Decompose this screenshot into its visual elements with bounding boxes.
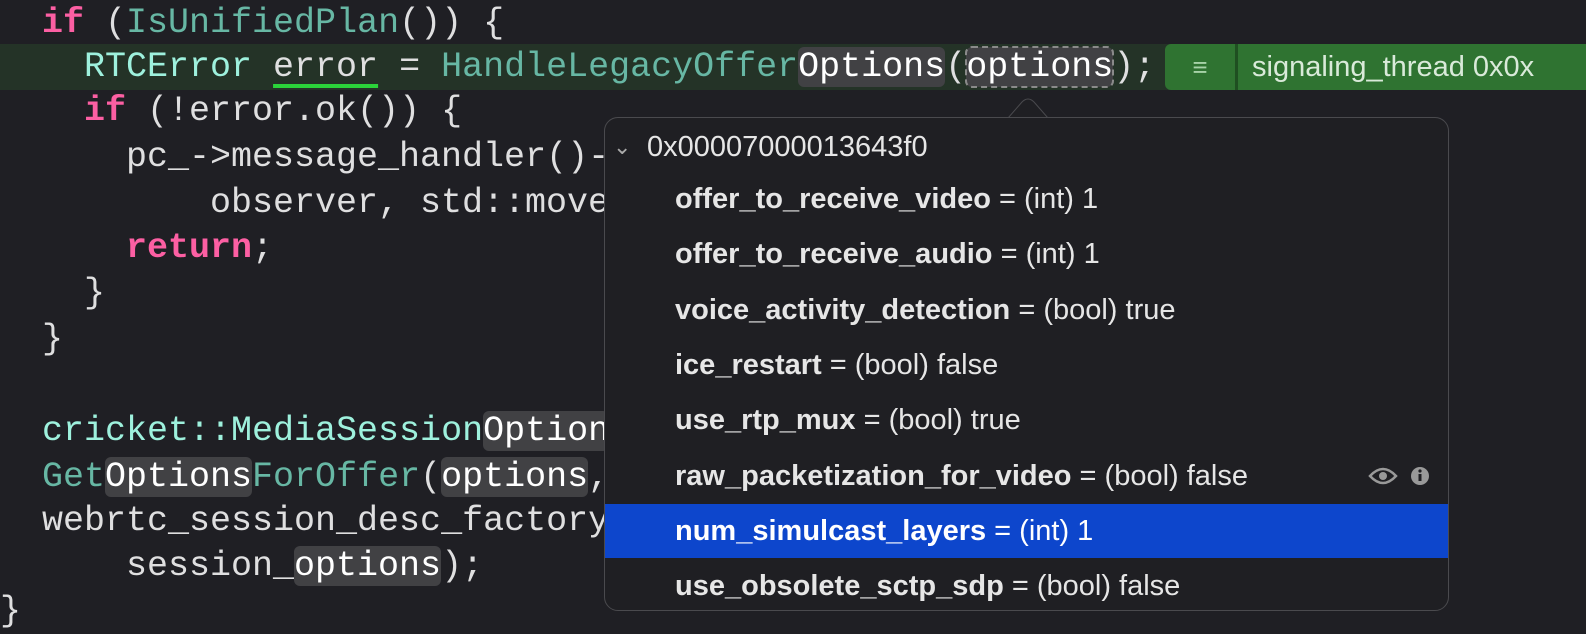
- row-text: use_obsolete_sctp_sdp = (bool) false: [605, 570, 1180, 602]
- member-name: ice_restart: [675, 348, 822, 381]
- variable-row[interactable]: ice_restart = (bool) false: [605, 338, 1448, 392]
- code-line: }: [42, 319, 64, 359]
- keyword: return: [126, 228, 253, 268]
- code-line: webrtc_session_desc_factory: [42, 501, 610, 541]
- address-label: 0x00007000013643f0: [647, 131, 928, 163]
- code-line: observer, std::move: [210, 183, 610, 223]
- keyword: if: [42, 3, 85, 43]
- chevron-down-icon[interactable]: ⌄: [613, 124, 631, 170]
- code-text: (: [420, 457, 442, 497]
- variable-row[interactable]: voice_activity_detection = (bool) true: [605, 283, 1448, 337]
- code-line: session_options);: [126, 543, 483, 589]
- row-text: ice_restart = (bool) false: [605, 349, 998, 381]
- row-text: use_rtp_mux = (bool) true: [605, 404, 1021, 436]
- member-value: = (bool) true: [1010, 293, 1176, 326]
- member-name: use_obsolete_sctp_sdp: [675, 570, 1004, 603]
- type-name: cricket::MediaSession: [42, 411, 484, 451]
- code-line: if (IsUnifiedPlan()) {: [42, 0, 504, 46]
- variable-row[interactable]: use_obsolete_sctp_sdp = (bool) false: [605, 559, 1448, 613]
- code-line-current: RTCError error = HandleLegacyOfferOption…: [84, 44, 1155, 90]
- inspected-variable[interactable]: options: [965, 46, 1115, 88]
- code-text: session_: [126, 546, 295, 586]
- highlighted-token: options: [441, 457, 589, 497]
- member-value: = (int) 1: [992, 238, 1100, 271]
- member-name: raw_packetization_for_video: [675, 459, 1072, 492]
- row-text: raw_packetization_for_video = (bool) fal…: [605, 460, 1248, 492]
- code-line: return;: [126, 225, 273, 271]
- row-text: offer_to_receive_audio = (int) 1: [605, 238, 1100, 270]
- highlighted-token: options: [294, 546, 442, 586]
- member-value: = (bool) false: [1003, 570, 1181, 603]
- eye-icon[interactable]: [1368, 466, 1398, 486]
- code-text: (: [84, 3, 127, 43]
- thread-label: signaling_thread 0x0x: [1252, 50, 1535, 83]
- popover-header[interactable]: ⌄ 0x00007000013643f0: [605, 124, 1448, 170]
- highlighted-token: Options: [798, 47, 946, 87]
- list-icon[interactable]: ≡: [1165, 44, 1238, 90]
- variable-row[interactable]: use_rtp_mux = (bool) true: [605, 393, 1448, 447]
- variable: error: [273, 47, 379, 87]
- function-name: IsUnifiedPlan: [126, 3, 400, 43]
- member-name: voice_activity_detection: [675, 293, 1011, 326]
- code-text: );: [1113, 47, 1156, 87]
- variable-row[interactable]: offer_to_receive_video = (int) 1: [605, 172, 1448, 226]
- member-value: = (int) 1: [990, 183, 1099, 215]
- variable-inspector-popover: ⌄ 0x00007000013643f0 offer_to_receive_vi…: [604, 117, 1449, 611]
- member-name: offer_to_receive_video: [675, 183, 991, 215]
- function-name: ForOffer: [252, 457, 421, 497]
- code-line: }: [0, 591, 22, 631]
- highlighted-token: Option: [483, 411, 610, 451]
- type-name: RTCError: [84, 47, 253, 87]
- variable-row[interactable]: raw_packetization_for_video = (bool) fal…: [605, 449, 1448, 503]
- code-text: ;: [252, 228, 274, 268]
- member-value: = (bool) false: [821, 348, 999, 381]
- variable-row[interactable]: offer_to_receive_audio = (int) 1: [605, 227, 1448, 281]
- variable-row[interactable]: num_simulcast_layers = (int) 1: [605, 503, 1448, 558]
- row-text: num_simulcast_layers = (int) 1: [605, 515, 1093, 547]
- highlighted-token: Options: [105, 457, 253, 497]
- code-text: (: [945, 47, 967, 87]
- row-text: offer_to_receive_video = (int) 1: [605, 183, 1098, 215]
- code-line: cricket::MediaSessionOption: [42, 408, 610, 454]
- function-name: HandleLegacyOffer: [441, 47, 799, 87]
- member-name: use_rtp_mux: [675, 404, 856, 437]
- thread-annotation[interactable]: ≡ signaling_thread 0x0x: [1165, 44, 1586, 90]
- info-icon[interactable]: [1410, 466, 1430, 486]
- code-line: pc_->message_handler()-: [126, 137, 610, 177]
- code-line: }: [84, 273, 106, 313]
- code-text: =: [378, 47, 442, 87]
- code-text: (!error.ok()) {: [126, 91, 463, 131]
- row-text: voice_activity_detection = (bool) true: [605, 294, 1176, 326]
- member-value: = (bool) true: [855, 404, 1021, 437]
- function-name: Get: [42, 457, 106, 497]
- popover-arrow: [1008, 98, 1048, 118]
- code-text: );: [441, 546, 484, 586]
- member-name: num_simulcast_layers: [675, 514, 987, 547]
- member-name: offer_to_receive_audio: [675, 238, 993, 271]
- code-line: GetOptionsForOffer(options,: [42, 454, 609, 500]
- keyword: if: [84, 91, 127, 131]
- member-value: = (int) 1: [986, 514, 1094, 547]
- code-line: if (!error.ok()) {: [84, 88, 462, 134]
- code-text: ()) {: [399, 3, 505, 43]
- member-value: = (bool) false: [1071, 459, 1248, 492]
